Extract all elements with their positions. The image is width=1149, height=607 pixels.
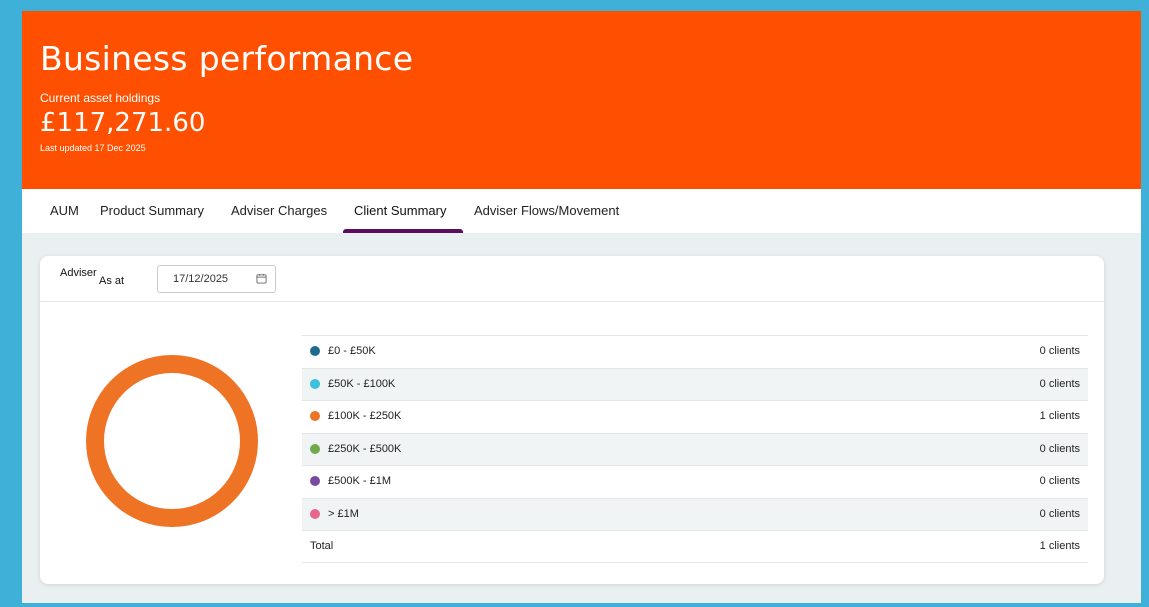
tab-client-summary[interactable]: Client Summary [354, 189, 446, 233]
legend-row: £50K - £100K 0 clients [302, 367, 1088, 400]
legend-row: > £1M 0 clients [302, 497, 1088, 530]
legend-color-dot [310, 411, 320, 421]
legend-row: £0 - £50K 0 clients [302, 335, 1088, 368]
legend-row: £100K - £250K 1 clients [302, 400, 1088, 433]
legend-color-dot [310, 443, 320, 454]
legend-client-count: 0 clients [1039, 377, 1080, 390]
legend-color-dot [310, 508, 320, 519]
legend-band-label: £500K - £1M [328, 475, 391, 487]
legend-band-label: £100K - £250K [328, 410, 402, 422]
filter-bar: Adviser As at 17/12/2025 [40, 256, 1104, 302]
tab-adviser-flows-movement[interactable]: Adviser Flows/Movement [474, 189, 619, 233]
legend-color-dot [310, 346, 320, 356]
client-bands-table: £0 - £50K 0 clients £50K - £100K 0 clients £… [302, 335, 1088, 563]
legend-band-label: £50K - £100K [328, 377, 396, 390]
legend-band-label: £0 - £50K [328, 345, 376, 357]
total-label: Total [310, 540, 334, 552]
active-tab-indicator [343, 229, 463, 233]
legend-client-count: 0 clients [1039, 507, 1080, 520]
calendar-icon[interactable] [256, 273, 267, 284]
adviser-filter-label[interactable]: Adviser [60, 267, 97, 279]
legend-client-count: 1 clients [1039, 410, 1080, 422]
app-frame: Business performance Current asset holdi… [22, 11, 1141, 603]
legend-color-dot [310, 378, 320, 389]
legend-band-label: £250K - £500K [328, 442, 402, 455]
tab-aum[interactable]: AUM [50, 189, 79, 233]
last-updated-text: Last updated 17 Dec 2025 [40, 143, 146, 153]
client-summary-card: Adviser As at 17/12/2025 £0 - £50K 0 clie… [40, 256, 1104, 584]
asset-holdings-value: £117,271.60 [40, 108, 206, 138]
tab-adviser-charges[interactable]: Adviser Charges [231, 189, 327, 233]
legend-row: £250K - £500K 0 clients [302, 432, 1088, 465]
legend-client-count: 0 clients [1039, 345, 1080, 357]
total-row: Total 1 clients [302, 530, 1088, 563]
tab-bar: AUM Product Summary Adviser Charges Clie… [22, 189, 1141, 233]
header-banner: Business performance Current asset holdi… [22, 11, 1141, 189]
donut-slice [86, 355, 258, 527]
as-at-date-input[interactable]: 17/12/2025 [157, 265, 276, 293]
date-value: 17/12/2025 [173, 273, 229, 285]
legend-color-dot [310, 476, 320, 486]
legend-band-label: > £1M [328, 507, 359, 520]
client-distribution-donut-chart [86, 355, 258, 527]
as-at-label: As at [99, 275, 125, 287]
total-client-count: 1 clients [1039, 540, 1080, 552]
legend-row: £500K - £1M 0 clients [302, 465, 1088, 498]
legend-client-count: 0 clients [1039, 475, 1080, 487]
asset-holdings-label: Current asset holdings [40, 91, 161, 105]
tab-product-summary[interactable]: Product Summary [100, 189, 204, 233]
legend-client-count: 0 clients [1039, 442, 1080, 455]
page-title: Business performance [40, 39, 414, 78]
